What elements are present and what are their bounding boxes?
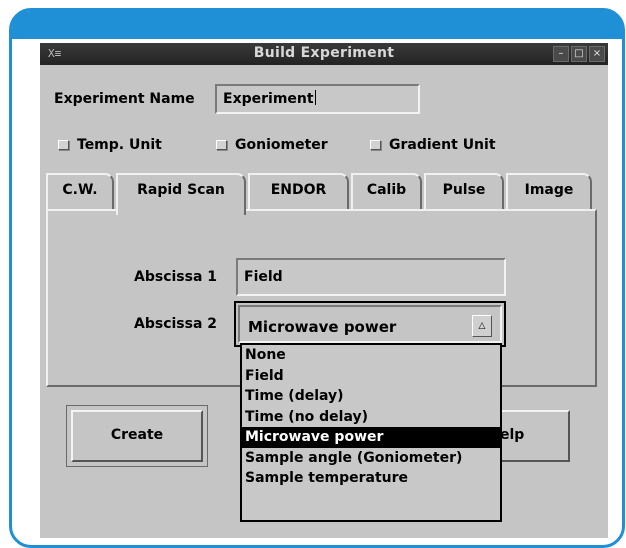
frame-header-bar bbox=[12, 11, 622, 39]
tab-image[interactable]: Image bbox=[506, 173, 592, 211]
abscissa2-select-inner: Microwave power △ bbox=[238, 305, 502, 343]
checkbox-icon bbox=[370, 140, 381, 150]
dropdown-option[interactable]: None bbox=[242, 345, 500, 366]
temp-unit-checkbox[interactable]: Temp. Unit bbox=[58, 137, 162, 153]
window-title: Build Experiment bbox=[253, 45, 395, 61]
minimize-icon[interactable]: – bbox=[553, 46, 569, 62]
abscissa2-dropdown-list[interactable]: None Field Time (delay) Time (no delay) … bbox=[240, 343, 502, 522]
tab-endor[interactable]: ENDOR bbox=[248, 173, 349, 211]
tab-rapid-scan[interactable]: Rapid Scan bbox=[116, 173, 246, 215]
checkbox-icon bbox=[216, 140, 227, 150]
gradient-unit-checkbox[interactable]: Gradient Unit bbox=[370, 137, 496, 153]
abscissa2-value: Microwave power bbox=[248, 318, 397, 336]
create-button[interactable]: Create bbox=[71, 410, 203, 462]
abscissa1-field[interactable]: Field bbox=[236, 258, 506, 296]
close-icon[interactable]: × bbox=[589, 46, 605, 62]
checkbox-icon bbox=[58, 140, 69, 150]
maximize-icon[interactable]: □ bbox=[571, 46, 587, 62]
experiment-name-value: Experiment bbox=[223, 91, 314, 107]
goniometer-checkbox[interactable]: Goniometer bbox=[216, 137, 328, 153]
tab-cw[interactable]: C.W. bbox=[46, 173, 114, 211]
dropdown-option[interactable]: Sample temperature bbox=[242, 468, 500, 489]
abscissa1-label: Abscissa 1 bbox=[134, 269, 218, 285]
title-bar[interactable]: X≡ Build Experiment – □ × bbox=[40, 43, 608, 65]
temp-unit-label: Temp. Unit bbox=[77, 137, 162, 153]
dropdown-option[interactable]: Time (no delay) bbox=[242, 407, 500, 428]
goniometer-label: Goniometer bbox=[235, 137, 328, 153]
tab-pulse[interactable]: Pulse bbox=[424, 173, 504, 211]
experiment-name-label: Experiment Name bbox=[54, 91, 195, 107]
gradient-unit-label: Gradient Unit bbox=[389, 137, 496, 153]
abscissa2-label: Abscissa 2 bbox=[134, 316, 218, 332]
build-experiment-window: X≡ Build Experiment – □ × Experiment Nam… bbox=[40, 43, 608, 538]
abscissa2-select[interactable]: Microwave power △ bbox=[234, 301, 506, 347]
dropdown-option[interactable]: Sample angle (Goniometer) bbox=[242, 448, 500, 469]
experiment-name-input[interactable]: Experiment bbox=[215, 84, 420, 114]
dropdown-arrow-icon[interactable]: △ bbox=[472, 315, 492, 337]
dropdown-option-selected[interactable]: Microwave power bbox=[242, 427, 500, 448]
dropdown-option[interactable]: Field bbox=[242, 366, 500, 387]
dropdown-option[interactable]: Time (delay) bbox=[242, 386, 500, 407]
text-cursor-icon bbox=[314, 90, 316, 105]
tab-calib[interactable]: Calib bbox=[351, 173, 422, 211]
